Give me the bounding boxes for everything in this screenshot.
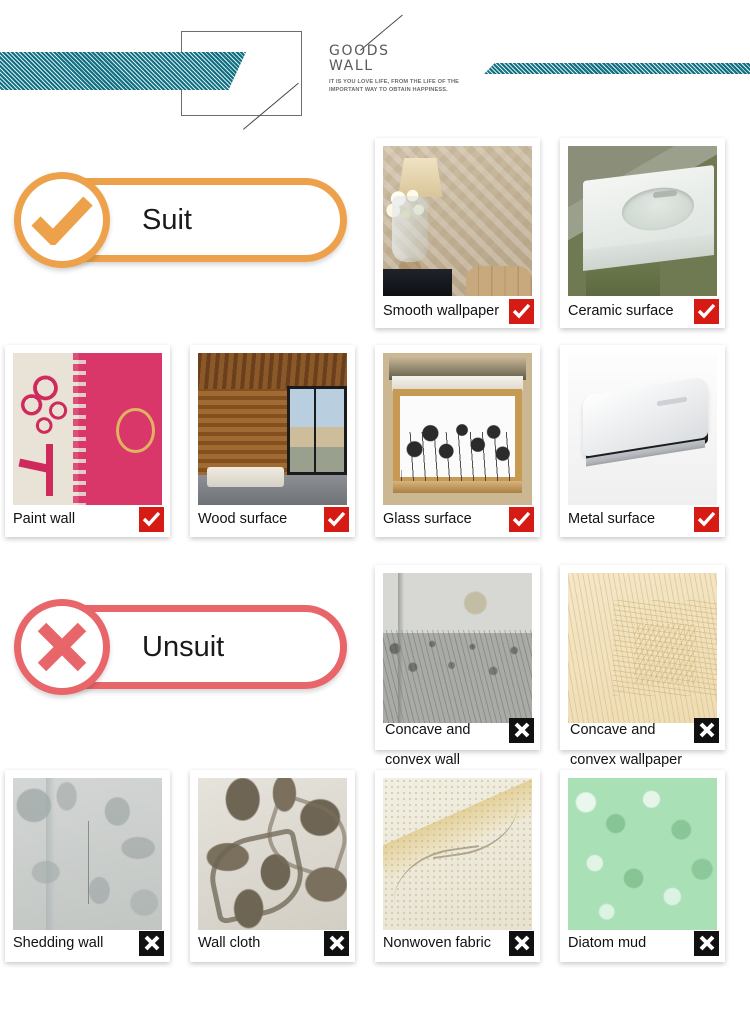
x-icon — [509, 717, 534, 743]
card-label: Smooth wallpaper — [383, 303, 500, 319]
card-label: Wood surface — [198, 511, 288, 527]
x-icon — [139, 930, 164, 956]
card-paint-wall[interactable]: Paint wall — [5, 345, 170, 537]
thumbnail-wood-surface — [198, 353, 347, 505]
card-label-line1: Concave and — [570, 722, 656, 738]
thumbnail-smooth-wallpaper — [383, 146, 532, 296]
card-smooth-wallpaper[interactable]: Smooth wallpaper — [375, 138, 540, 328]
check-icon — [694, 298, 719, 324]
card-shedding-wall[interactable]: Shedding wall — [5, 770, 170, 962]
card-wood-surface[interactable]: Wood surface — [190, 345, 355, 537]
x-icon — [37, 622, 87, 672]
caption-paint-wall: Paint wall — [13, 505, 164, 533]
x-icon — [324, 930, 349, 956]
page-header: GOODS WALL IT IS YOU LOVE LIFE, FROM THE… — [0, 0, 750, 135]
card-glass-surface[interactable]: Glass surface — [375, 345, 540, 537]
card-label: Wall cloth — [198, 935, 261, 951]
thumbnail-shedding-wall — [13, 778, 162, 930]
thumbnail-diatom-mud — [568, 778, 717, 930]
header-title-line2: WALL — [329, 58, 374, 74]
card-label-line1: Concave and — [385, 722, 471, 738]
x-icon — [509, 930, 534, 956]
thumbnail-metal-surface — [568, 353, 717, 505]
caption-shedding-wall: Shedding wall — [13, 928, 164, 958]
card-diatom-mud[interactable]: Diatom mud — [560, 770, 725, 962]
card-label: Shedding wall — [13, 935, 104, 951]
card-nonwoven-fabric[interactable]: Nonwoven fabric — [375, 770, 540, 962]
unsuit-badge: Unsuit — [12, 597, 352, 697]
check-icon — [694, 506, 719, 532]
suit-badge: Suit — [12, 170, 352, 270]
header-subtitle: IT IS YOU LOVE LIFE, FROM THE LIFE OF TH… — [329, 79, 460, 93]
unsuit-badge-label: Unsuit — [142, 630, 225, 663]
caption-nonwoven-fabric: Nonwoven fabric — [383, 928, 534, 958]
caption-smooth-wallpaper: Smooth wallpaper — [383, 298, 534, 324]
card-label: Paint wall — [13, 511, 76, 527]
card-label: Metal surface — [568, 511, 656, 527]
header-title-line1: GOODS — [329, 43, 390, 59]
x-icon — [694, 930, 719, 956]
check-icon — [31, 196, 93, 245]
card-metal-surface[interactable]: Metal surface — [560, 345, 725, 537]
thumbnail-nonwoven-fabric — [383, 778, 532, 930]
caption-wall-cloth: Wall cloth — [198, 928, 349, 958]
card-wall-cloth[interactable]: Wall cloth — [190, 770, 355, 962]
check-icon — [509, 506, 534, 532]
header-stripe-banner-left — [0, 52, 246, 90]
thumbnail-concave-convex-wall — [383, 573, 532, 723]
product-feature-page: GOODS WALL IT IS YOU LOVE LIFE, FROM THE… — [0, 0, 750, 1020]
thumbnail-concave-convex-wallpaper — [568, 573, 717, 723]
thumbnail-wall-cloth — [198, 778, 347, 930]
check-icon — [509, 298, 534, 324]
check-icon — [139, 506, 164, 532]
header-stripe-banner-right — [484, 63, 750, 74]
thumbnail-paint-wall — [13, 353, 162, 505]
caption-metal-surface: Metal surface — [568, 505, 719, 533]
thumbnail-ceramic-surface — [568, 146, 717, 296]
x-icon — [694, 717, 719, 743]
card-label: Glass surface — [383, 511, 472, 527]
suit-badge-label: Suit — [142, 203, 192, 236]
x-circle-icon — [14, 599, 110, 695]
thumbnail-glass-surface — [383, 353, 532, 505]
check-circle-icon — [14, 172, 110, 268]
caption-wood-surface: Wood surface — [198, 505, 349, 533]
card-concave-convex-wallpaper[interactable]: Concave and convex wallpaper — [560, 565, 725, 768]
caption-ceramic-surface: Ceramic surface — [568, 298, 719, 324]
caption-glass-surface: Glass surface — [383, 505, 534, 533]
check-icon — [324, 506, 349, 532]
card-label: Nonwoven fabric — [383, 935, 491, 951]
caption-diatom-mud: Diatom mud — [568, 928, 719, 958]
caption-concave-convex-wall: Concave and convex wall — [385, 715, 534, 775]
card-label: Diatom mud — [568, 935, 647, 951]
card-concave-convex-wall[interactable]: Concave and convex wall — [375, 565, 540, 768]
header-text-block: GOODS WALL IT IS YOU LOVE LIFE, FROM THE… — [329, 44, 509, 94]
card-ceramic-surface[interactable]: Ceramic surface — [560, 138, 725, 328]
caption-concave-convex-wallpaper: Concave and convex wallpaper — [570, 715, 719, 775]
card-label: Ceramic surface — [568, 303, 674, 319]
